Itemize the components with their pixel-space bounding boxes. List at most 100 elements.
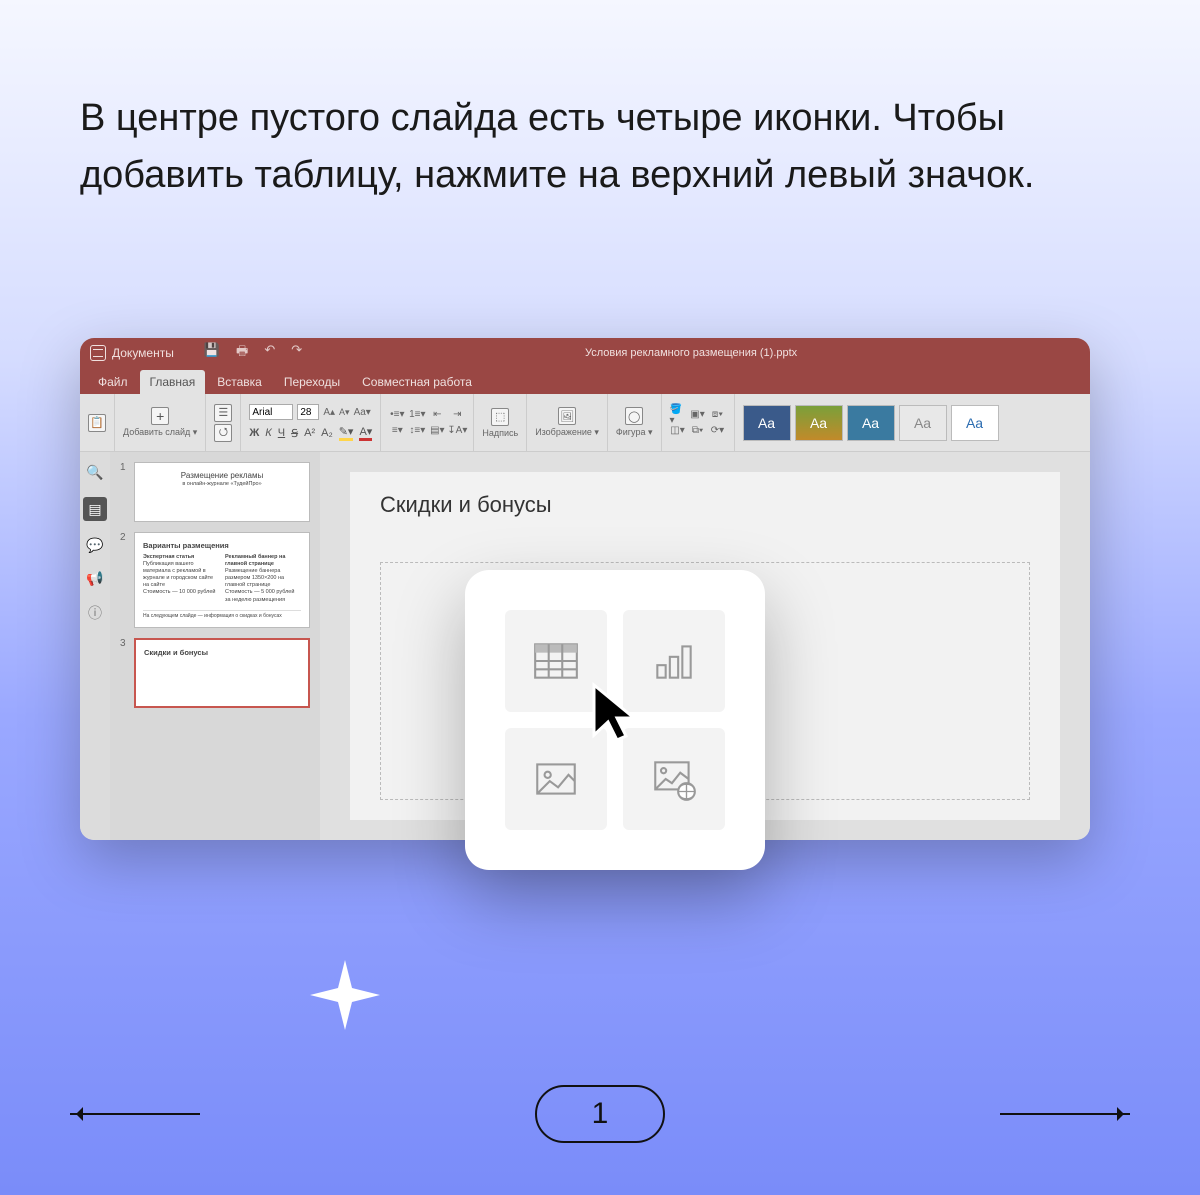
add-slide-icon[interactable] [151, 407, 169, 425]
group-icon[interactable]: ⧉▾ [690, 424, 706, 438]
columns-icon[interactable]: ▤▾ [429, 424, 445, 438]
undo-icon[interactable]: ↶ [264, 342, 275, 364]
thumb-col-body: Публикация вашего материала с рекламой в… [143, 561, 213, 588]
app-logo-icon [90, 345, 106, 361]
textbox-label: Надпись [482, 428, 518, 438]
text-direction-icon[interactable]: ↧A▾ [449, 424, 465, 438]
bullets-icon[interactable]: •≡▾ [389, 408, 405, 422]
save-icon[interactable]: 💾 [204, 342, 220, 364]
insert-image-button[interactable] [505, 728, 607, 830]
chart-icon [649, 636, 699, 686]
table-icon [531, 636, 581, 686]
thumb-col-head: Рекламный баннер на главной странице [225, 554, 285, 567]
menu-file[interactable]: Файл [88, 370, 138, 394]
shape-group: ◯ Фигура ▾ [608, 394, 662, 451]
insert-content-popup [465, 570, 765, 870]
themes-group: Aa Aa Aa Aa Aa [735, 394, 999, 451]
thumb-title: Размещение рекламы [143, 471, 301, 481]
thumbnail-3[interactable]: 3 Скидки и бонусы [120, 638, 310, 708]
arrange-icon[interactable]: ▣▾ [690, 408, 706, 422]
thumb-sub: в онлайн-журнале «ТудейПро» [143, 481, 301, 488]
paragraph-group: •≡▾ 1≡▾ ⇤ ⇥ ≡▾ ↕≡▾ ▤▾ ↧A▾ [381, 394, 474, 451]
image-icon[interactable]: 🖼 [558, 407, 576, 425]
menu-collab[interactable]: Совместная работа [352, 370, 482, 394]
strikethrough-button[interactable]: Ꞩ [291, 427, 298, 440]
theme-5[interactable]: Aa [951, 405, 999, 441]
theme-2[interactable]: Aa [795, 405, 843, 441]
share-icon[interactable]: 📢 [86, 570, 103, 587]
paste-icon[interactable]: 📋 [88, 414, 106, 432]
redo-icon[interactable]: ↷ [291, 342, 302, 364]
add-slide-label[interactable]: Добавить слайд ▾ [123, 427, 197, 438]
outline-icon[interactable]: ◫▾ [670, 424, 686, 438]
theme-3[interactable]: Aa [847, 405, 895, 441]
slides-view-icon[interactable]: ▤ [83, 497, 107, 521]
titlebar-actions: 💾 🖶 ↶ ↷ [204, 342, 302, 364]
increase-font-icon[interactable]: A▴ [323, 407, 335, 418]
font-name-select[interactable] [249, 404, 293, 420]
align-objects-icon[interactable]: ⧈▾ [710, 408, 726, 422]
change-case-icon[interactable]: Aa▾ [354, 407, 371, 418]
decrease-font-icon[interactable]: A▾ [339, 407, 350, 418]
ribbon: 📋 Добавить слайд ▾ ☰ ⭯ A▴ A▾ Aa▾ Ж К Ч Ꞩ [80, 394, 1090, 452]
bold-button[interactable]: Ж [249, 427, 259, 439]
print-icon[interactable]: 🖶 [236, 342, 248, 364]
document-title: Условия рекламного размещения (1).pptx [302, 347, 1080, 359]
arrange-group: 🪣▾ ▣▾ ⧈▾ ◫▾ ⧉▾ ⟳▾ [662, 394, 735, 451]
shape-icon[interactable]: ◯ [625, 407, 643, 425]
theme-1[interactable]: Aa [743, 405, 791, 441]
titlebar: Документы 💾 🖶 ↶ ↷ Условия рекламного раз… [80, 338, 1090, 368]
menu-transitions[interactable]: Переходы [274, 370, 350, 394]
highlight-color-button[interactable]: ✎▾ [339, 425, 354, 441]
menu-insert[interactable]: Вставка [207, 370, 272, 394]
align-left-icon[interactable]: ≡▾ [389, 424, 405, 438]
thumbnail-2[interactable]: 2 Варианты размещения Экспертная статья … [120, 532, 310, 628]
theme-4[interactable]: Aa [899, 405, 947, 441]
comments-icon[interactable]: 💬 [86, 537, 103, 554]
thumb-num: 3 [120, 638, 128, 708]
indent-inc-icon[interactable]: ⇥ [449, 408, 465, 422]
font-size-select[interactable] [297, 404, 319, 420]
superscript-button[interactable]: A² [304, 427, 315, 439]
italic-button[interactable]: К [265, 427, 271, 439]
numbering-icon[interactable]: 1≡▾ [409, 408, 425, 422]
page-navigation: 1 [0, 1085, 1200, 1143]
shape-label[interactable]: Фигура ▾ [616, 427, 653, 438]
layout-group: ☰ ⭯ [206, 394, 241, 451]
textbox-icon[interactable]: ⬚ [491, 408, 509, 426]
textbox-group: ⬚ Надпись [474, 394, 527, 451]
prev-arrow[interactable] [70, 1113, 200, 1115]
font-color-button[interactable]: A▾ [359, 425, 372, 441]
indent-dec-icon[interactable]: ⇤ [429, 408, 445, 422]
thumb-col-head: Экспертная статья [143, 554, 194, 560]
reset-icon[interactable]: ⭯ [214, 424, 232, 442]
page-indicator: 1 [535, 1085, 665, 1143]
sparkle-icon [310, 960, 380, 1046]
menu-bar: Файл Главная Вставка Переходы Совместная… [80, 368, 1090, 394]
search-icon[interactable]: 🔍 [86, 464, 103, 481]
subscript-button[interactable]: A₂ [321, 427, 333, 439]
thumb-footer: На следующем слайде — информация о скидк… [143, 610, 301, 620]
menu-home[interactable]: Главная [140, 370, 206, 394]
fill-color-icon[interactable]: 🪣▾ [670, 408, 686, 422]
line-spacing-icon[interactable]: ↕≡▾ [409, 424, 425, 438]
insert-table-button[interactable] [505, 610, 607, 712]
thumb-title: Скидки и бонусы [144, 648, 300, 658]
instruction-text: В центре пустого слайда есть четыре икон… [0, 0, 1200, 244]
thumb-col-body: Размещение баннера размером 1350×200 на … [225, 568, 284, 588]
thumb-num: 2 [120, 532, 128, 628]
next-arrow[interactable] [1000, 1113, 1130, 1115]
info-icon[interactable]: ⓘ [88, 603, 102, 623]
layout-icon[interactable]: ☰ [214, 404, 232, 422]
image-group: 🖼 Изображение ▾ [527, 394, 608, 451]
image-label[interactable]: Изображение ▾ [535, 427, 599, 438]
paste-group: 📋 [80, 394, 115, 451]
thumb-num: 1 [120, 462, 128, 522]
insert-online-image-button[interactable] [623, 728, 725, 830]
insert-chart-button[interactable] [623, 610, 725, 712]
slide-title[interactable]: Скидки и бонусы [380, 492, 1030, 518]
underline-button[interactable]: Ч [278, 427, 285, 439]
rotate-icon[interactable]: ⟳▾ [710, 424, 726, 438]
thumbnail-1[interactable]: 1 Размещение рекламыв онлайн-журнале «Ту… [120, 462, 310, 522]
left-rail: 🔍 ▤ 💬 📢 ⓘ [80, 452, 110, 840]
